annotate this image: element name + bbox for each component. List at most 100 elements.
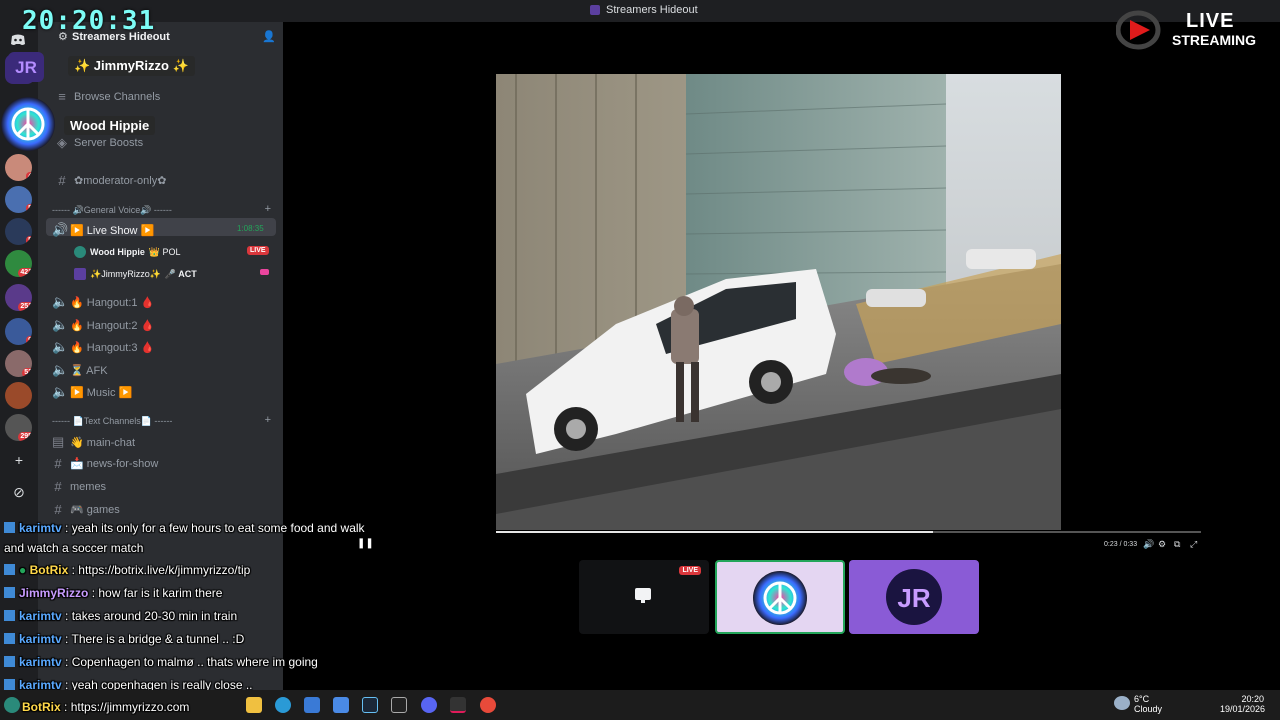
voice-channel-hangout-2[interactable]: 🔈 🔥 Hangout:2 🩸 xyxy=(52,317,154,333)
server-logo-icon xyxy=(590,5,600,15)
voice-channel-afk[interactable]: 🔈 ⏳ AFK xyxy=(52,362,108,378)
speaker-icon: 🔈 xyxy=(52,384,69,399)
chat-message: karimtv : There is a bridge & a tunnel .… xyxy=(4,632,244,646)
store-icon[interactable] xyxy=(304,697,320,713)
clock-overlay: 20:20:31 xyxy=(22,6,156,36)
browse-channels[interactable]: ≡ Browse Channels xyxy=(56,89,160,104)
twitch-icon xyxy=(4,633,15,644)
server-icon-6[interactable]: 9 xyxy=(5,318,32,345)
server-icon-4[interactable]: 421 xyxy=(5,250,32,277)
start-avatar-icon[interactable] xyxy=(4,697,20,713)
server-icon-3[interactable]: 5 xyxy=(5,218,32,245)
settings-gear-icon[interactable]: ⚙ xyxy=(1158,539,1166,550)
chat-message: karimtv : takes around 20-30 min in trai… xyxy=(4,609,237,623)
speaker-icon: 🔈 xyxy=(52,317,69,332)
guest-name-overlay: Wood Hippie xyxy=(64,116,156,135)
avatar xyxy=(74,268,86,280)
chrome-icon[interactable] xyxy=(480,697,496,713)
chat-message-continued: and watch a soccer match xyxy=(4,541,144,555)
channel-main-chat[interactable]: ▤ 👋 main-chat xyxy=(52,434,135,450)
peace-avatar-icon xyxy=(753,571,807,625)
speaker-icon: 🔈 xyxy=(52,362,69,377)
hash-icon: # xyxy=(58,173,66,188)
svg-text:JR: JR xyxy=(15,58,37,77)
seek-bar[interactable] xyxy=(496,531,1201,533)
boost-icon: ◈ xyxy=(57,135,67,150)
app-triangle-icon[interactable] xyxy=(391,697,407,713)
screen-share-tile[interactable]: LIVE xyxy=(579,560,709,634)
chat-message: karimtv : Copenhagen to malmø .. thats w… xyxy=(4,655,318,669)
voice-channel-hangout-3[interactable]: 🔈 🔥 Hangout:3 🩸 xyxy=(52,339,154,355)
chat-icon: ▤ xyxy=(52,434,65,449)
list-icon: ≡ xyxy=(58,89,66,104)
monitor-stand-icon xyxy=(641,600,645,603)
host-avatar: JR xyxy=(8,52,44,82)
player-controls: 0:23 / 0:33 🔊 ⚙ ⧉ ⤢ xyxy=(496,530,1206,554)
fullscreen-icon[interactable]: ⤢ xyxy=(1190,539,1197,550)
channel-games[interactable]: # 🎮 games xyxy=(52,502,119,517)
chat-message: BotRix : https://jimmyrizzo.com xyxy=(22,700,190,714)
hash-icon: # xyxy=(54,479,62,494)
server-icon-2[interactable]: 5 xyxy=(5,186,32,213)
server-icon-1[interactable]: 4 xyxy=(5,154,32,181)
server-icon-5[interactable]: 251 xyxy=(5,284,32,311)
live-show-timer: 1:08:35 xyxy=(237,224,264,233)
seek-bar-fill xyxy=(496,531,934,533)
server-icon-8[interactable] xyxy=(5,382,32,409)
pause-icon[interactable]: ❚❚ xyxy=(357,538,374,549)
twitch-icon xyxy=(4,522,15,533)
speaker-icon: 🔈 xyxy=(52,294,69,309)
stream-video[interactable] xyxy=(496,74,1061,530)
add-voice-channel-icon[interactable]: + xyxy=(265,203,271,215)
server-icon-7[interactable]: 52 xyxy=(5,350,32,377)
channel-news-for-show[interactable]: # 📩 news-for-show xyxy=(52,456,158,471)
category-text-channels[interactable]: ------ 📄Text Channels📄 ------ xyxy=(52,416,172,427)
twitch-icon xyxy=(4,587,15,598)
hash-icon: # xyxy=(54,502,62,517)
discord-taskbar-icon[interactable] xyxy=(421,697,437,713)
channel-memes[interactable]: # memes xyxy=(52,479,106,494)
live-streaming-logo: LIVE STREAMING xyxy=(1116,10,1276,50)
weather-cloud-icon xyxy=(1114,696,1130,710)
popout-icon[interactable]: ⧉ xyxy=(1174,539,1180,550)
host-tile[interactable]: JR xyxy=(849,560,979,634)
voice-channel-hangout-1[interactable]: 🔈 🔥 Hangout:1 🩸 xyxy=(52,294,154,310)
voice-user-wood-hippie[interactable]: Wood Hippie 👑 POL xyxy=(74,246,181,258)
add-member-icon[interactable]: 👤 xyxy=(262,30,276,43)
voice-user-jimmyrizzo[interactable]: ✨JimmyRizzo✨ 🎤 ACT xyxy=(74,268,197,280)
steam-icon[interactable] xyxy=(362,697,378,713)
add-server-icon[interactable]: + xyxy=(9,450,29,470)
outlook-icon[interactable] xyxy=(333,697,349,713)
discover-icon[interactable]: ⊘ xyxy=(9,482,29,502)
chat-message: ● BotRix : https://botrix.live/k/jimmyri… xyxy=(4,563,250,577)
voice-channel-live-show[interactable]: 🔊 ▶️ Live Show ▶️ xyxy=(52,222,154,238)
server-boosts[interactable]: ◈ Server Boosts xyxy=(56,135,143,151)
speaker-icon: 🔈 xyxy=(52,339,69,354)
live-badge: LIVE xyxy=(247,246,269,255)
file-explorer-icon[interactable] xyxy=(246,697,262,713)
add-text-channel-icon[interactable]: + xyxy=(265,414,271,426)
chat-message: karimtv : yeah its only for a few hours … xyxy=(4,521,365,535)
category-general-voice[interactable]: ------ 🔊General Voice🔊 ------ xyxy=(52,205,172,216)
speaker-icon: 🔊 xyxy=(52,222,69,237)
jr-avatar-icon: JR xyxy=(886,569,942,625)
obs-icon[interactable] xyxy=(450,697,466,713)
system-clock[interactable]: 20:20 19/01/2026 xyxy=(1220,694,1265,714)
tile-live-badge: LIVE xyxy=(679,566,701,575)
volume-icon[interactable]: 🔊 xyxy=(1143,539,1154,550)
svg-text:JR: JR xyxy=(897,583,930,613)
taskbar xyxy=(0,690,1280,720)
window-title: Streamers Hideout xyxy=(590,4,698,16)
twitch-icon xyxy=(4,610,15,621)
host-name-overlay: ✨ JimmyRizzo ✨ xyxy=(68,56,195,76)
chat-message: JimmyRizzo : how far is it karim there xyxy=(4,586,222,600)
channel-moderator-only[interactable]: # ✿moderator-only✿ xyxy=(56,173,166,188)
edge-browser-icon[interactable] xyxy=(275,697,291,713)
twitch-icon xyxy=(4,679,15,690)
guest-tile[interactable] xyxy=(715,560,845,634)
weather-widget[interactable]: 6°C Cloudy xyxy=(1134,694,1162,714)
voice-channel-music[interactable]: 🔈 ▶️ Music ▶️ xyxy=(52,384,132,400)
server-icon-9[interactable]: 295 xyxy=(5,414,32,441)
twitch-icon xyxy=(4,656,15,667)
monitor-icon xyxy=(635,588,651,600)
